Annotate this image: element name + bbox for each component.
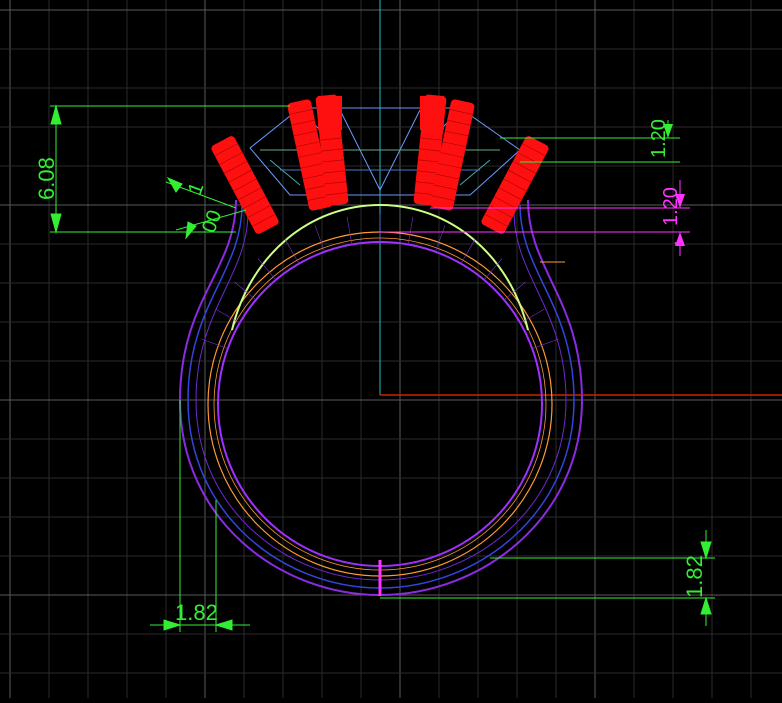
- shank-tick: [435, 225, 446, 252]
- prong-head: [420, 96, 444, 130]
- shank-tick: [532, 338, 559, 349]
- shank-tick: [314, 225, 325, 252]
- shank-outer-3: [195, 211, 567, 581]
- dimension-shank-right: [380, 530, 715, 626]
- dim-height-total: 6.08: [34, 157, 59, 200]
- dim-top-gap-2: 1.20: [660, 187, 682, 226]
- shank-tick: [407, 216, 414, 245]
- shank-tick: [460, 239, 476, 264]
- shank-outer: [178, 199, 584, 597]
- shank: [178, 199, 584, 597]
- dim-shank-right: 1.82: [682, 555, 707, 598]
- grid: [0, 0, 782, 698]
- dimension-shank-bottom: [150, 400, 250, 632]
- shank-outer-2: [187, 204, 575, 589]
- prong-head: [318, 96, 342, 130]
- shank-tick: [346, 216, 353, 245]
- gemstone: [249, 107, 521, 196]
- dim-prong-angle-b: 00: [198, 207, 226, 235]
- dim-top-gap-2b: .: [660, 240, 682, 246]
- cad-viewport[interactable]: 6.08 1 00 1.20 1.20 . 1.82 1.82: [0, 0, 782, 698]
- shank-tick: [284, 239, 300, 264]
- ring-drawing: 6.08 1 00 1.20 1.20 . 1.82 1.82: [0, 0, 782, 698]
- dim-top-gap-1: 1.20: [648, 119, 670, 158]
- dim-shank-bottom: 1.82: [175, 600, 218, 625]
